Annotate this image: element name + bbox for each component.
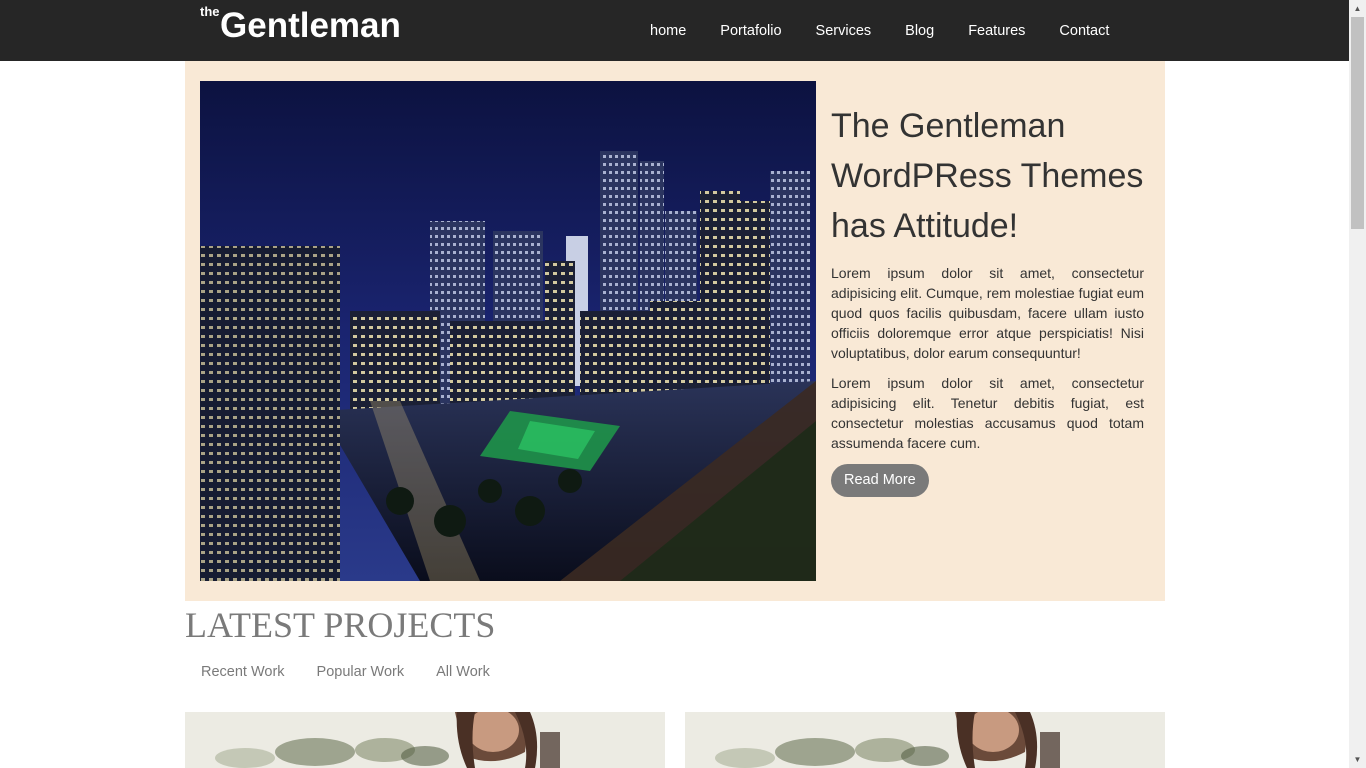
nav-services[interactable]: Services <box>799 3 889 59</box>
hero-paragraph-1: Lorem ipsum dolor sit amet, consectetur … <box>831 265 1144 361</box>
hero-paragraph-2: Lorem ipsum dolor sit amet, consectetur … <box>831 375 1144 451</box>
scroll-up-arrow-icon[interactable]: ▲ <box>1349 0 1366 17</box>
hero-text-block: The Gentleman WordPRess Themes has Attit… <box>831 101 1144 497</box>
latest-projects-section: LATEST PROJECTS Recent Work Popular Work… <box>185 604 1165 682</box>
main-nav: home Portafolio Services Blog Features C… <box>633 0 1126 61</box>
logo-prefix: the <box>200 4 220 19</box>
nav-blog[interactable]: Blog <box>888 3 951 59</box>
nav-home[interactable]: home <box>633 3 703 59</box>
project-thumbnail[interactable] <box>685 712 1165 768</box>
hero-section: The Gentleman WordPRess Themes has Attit… <box>185 61 1165 601</box>
project-thumbnails <box>185 712 1165 768</box>
hero-city-night-image <box>200 81 816 581</box>
page: the Gentleman home Portafolio Services B… <box>0 0 1349 768</box>
latest-projects-title: LATEST PROJECTS <box>185 605 496 645</box>
filter-recent-work[interactable]: Recent Work <box>185 662 301 682</box>
nav-portafolio[interactable]: Portafolio <box>703 3 798 59</box>
logo-title: Gentleman <box>220 6 401 45</box>
filter-popular-work[interactable]: Popular Work <box>301 662 421 682</box>
project-filter-tabs: Recent Work Popular Work All Work <box>185 662 1165 682</box>
scrollbar-thumb[interactable] <box>1351 17 1364 229</box>
vertical-scrollbar[interactable]: ▲ ▼ <box>1349 0 1366 768</box>
hero-title: The Gentleman WordPRess Themes has Attit… <box>831 107 1144 245</box>
filter-all-work[interactable]: All Work <box>420 662 506 682</box>
read-more-button[interactable]: Read More <box>831 464 929 497</box>
top-navigation-bar: the Gentleman home Portafolio Services B… <box>0 0 1349 61</box>
scroll-down-arrow-icon[interactable]: ▼ <box>1349 751 1366 768</box>
nav-contact[interactable]: Contact <box>1042 3 1126 59</box>
nav-features[interactable]: Features <box>951 3 1042 59</box>
project-thumbnail[interactable] <box>185 712 665 768</box>
